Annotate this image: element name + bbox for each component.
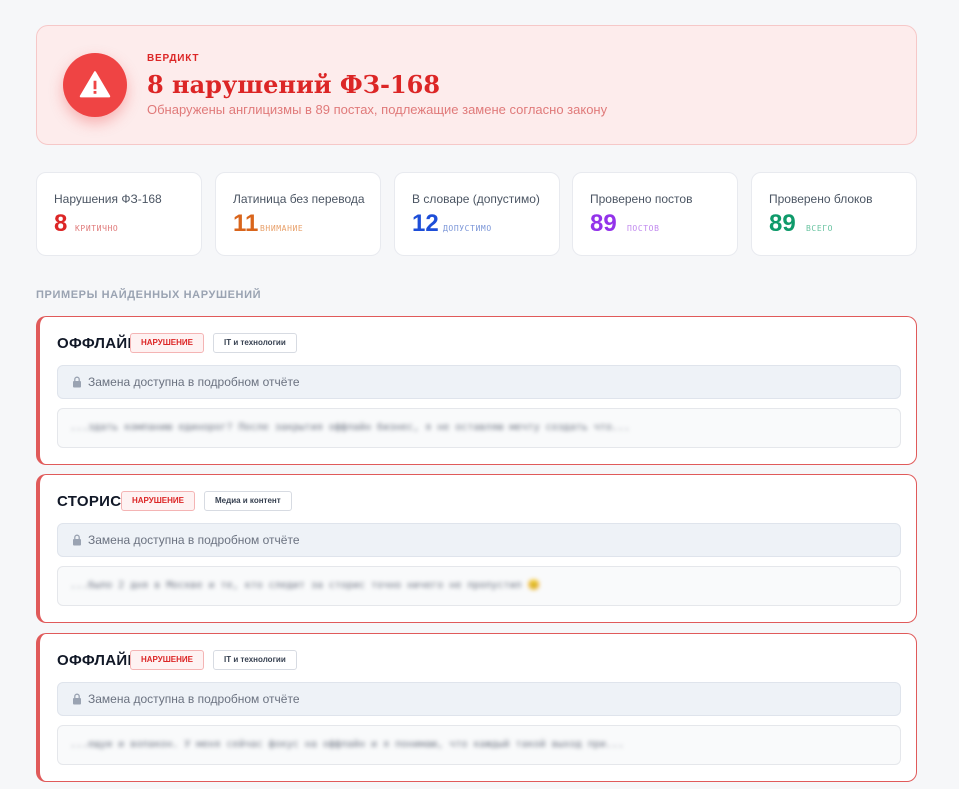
violation-word: ОФФЛАЙН: [57, 652, 139, 669]
verdict-title: 8 нарушений ФЗ-168: [147, 70, 441, 99]
stat-card-dictionary: В словаре (допустимо) 12 ДОПУСТИМО: [394, 172, 560, 256]
stat-value: 8: [54, 210, 68, 237]
stat-card-posts: Проверено постов 89 ПОСТОВ: [572, 172, 738, 256]
violation-card: ОФФЛАЙН НАРУШЕНИЕ IT и технологии Замена…: [36, 633, 917, 782]
stat-tag: КРИТИЧНО: [75, 224, 119, 233]
replacement-box[interactable]: Замена доступна в подробном отчёте: [57, 365, 901, 399]
replacement-box[interactable]: Замена доступна в подробном отчёте: [57, 523, 901, 557]
stat-tag: ПОСТОВ: [627, 224, 660, 233]
report-page: ВЕРДИКТ 8 нарушений ФЗ-168 Обнаружены ан…: [0, 0, 959, 789]
stat-label: Нарушения ФЗ-168: [54, 192, 162, 206]
violation-badge: НАРУШЕНИЕ: [121, 491, 195, 511]
violation-card: СТОРИС НАРУШЕНИЕ Медиа и контент Замена …: [36, 474, 917, 623]
stat-card-latin: Латиница без перевода 11 ВНИМАНИЕ: [215, 172, 381, 256]
category-badge: Медиа и контент: [204, 491, 292, 511]
stat-value: 12: [412, 210, 439, 237]
violation-card: ОФФЛАЙН НАРУШЕНИЕ IT и технологии Замена…: [36, 316, 917, 465]
verdict-banner: ВЕРДИКТ 8 нарушений ФЗ-168 Обнаружены ан…: [36, 25, 917, 145]
verdict-subtitle: Обнаружены англицизмы в 89 постах, подле…: [147, 102, 608, 117]
replacement-text: Замена доступна в подробном отчёте: [88, 692, 300, 706]
warning-triangle-icon: [63, 53, 127, 117]
stat-tag: ВНИМАНИЕ: [260, 224, 304, 233]
stat-value: 89: [769, 210, 796, 237]
lock-icon: [73, 693, 81, 705]
category-badge: IT и технологии: [213, 650, 297, 670]
snippet-box: ...здать компанию единорог? После закрыт…: [57, 408, 901, 448]
stat-tag: ДОПУСТИМО: [443, 224, 492, 233]
category-badge: IT и технологии: [213, 333, 297, 353]
lock-icon: [73, 534, 81, 546]
replacement-text: Замена доступна в подробном отчёте: [88, 375, 300, 389]
stat-tag: ВСЕГО: [806, 224, 834, 233]
section-title: ПРИМЕРЫ НАЙДЕННЫХ НАРУШЕНИЙ: [36, 289, 262, 301]
snippet-text: ...было 2 дня в Москве и те, кто следит …: [70, 580, 541, 591]
violation-badge: НАРУШЕНИЕ: [130, 333, 204, 353]
stat-label: В словаре (допустимо): [412, 192, 540, 206]
snippet-box: ...ещуи и вопакон. У меня сейчас фокус н…: [57, 725, 901, 765]
stat-value: 11: [233, 210, 259, 237]
stat-value: 89: [590, 210, 617, 237]
stat-card-blocks: Проверено блоков 89 ВСЕГО: [751, 172, 917, 256]
verdict-kicker: ВЕРДИКТ: [147, 53, 200, 64]
stat-label: Латиница без перевода: [233, 192, 365, 206]
replacement-box[interactable]: Замена доступна в подробном отчёте: [57, 682, 901, 716]
violation-badge: НАРУШЕНИЕ: [130, 650, 204, 670]
lock-icon: [73, 376, 81, 388]
snippet-box: ...было 2 дня в Москве и те, кто следит …: [57, 566, 901, 606]
stat-label: Проверено блоков: [769, 192, 873, 206]
replacement-text: Замена доступна в подробном отчёте: [88, 533, 300, 547]
violation-word: СТОРИС: [57, 493, 122, 510]
snippet-text: ...ещуи и вопакон. У меня сейчас фокус н…: [70, 739, 624, 750]
stat-card-violations: Нарушения ФЗ-168 8 КРИТИЧНО: [36, 172, 202, 256]
stats-row: Нарушения ФЗ-168 8 КРИТИЧНО Латиница без…: [36, 172, 917, 256]
stat-label: Проверено постов: [590, 192, 693, 206]
snippet-text: ...здать компанию единорог? После закрыт…: [70, 422, 630, 433]
violation-word: ОФФЛАЙН: [57, 335, 139, 352]
